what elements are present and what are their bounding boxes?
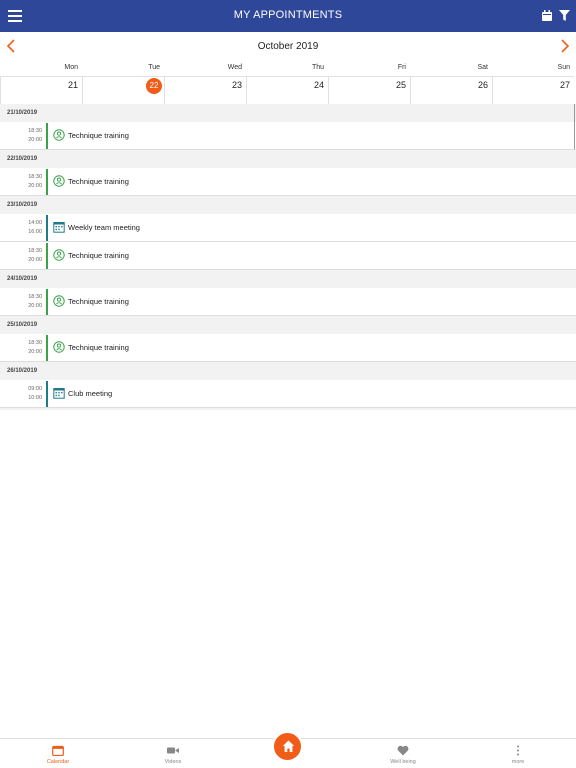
page-title: MY APPOINTMENTS xyxy=(233,9,343,21)
day-cell-23[interactable]: 23 xyxy=(164,76,246,104)
chevron-right-icon[interactable] xyxy=(558,39,570,53)
day-cell-21[interactable]: 21 xyxy=(0,76,82,104)
home-button[interactable] xyxy=(272,731,303,762)
day-cell-24[interactable]: 24 xyxy=(246,76,328,104)
day-cell-26[interactable]: 26 xyxy=(410,76,492,104)
day-number: 25 xyxy=(395,80,406,90)
appointment-time: 18:30 20:00 xyxy=(28,340,42,355)
appointment-item[interactable]: 14:00 16:00 Weekly team meeting xyxy=(0,214,576,242)
day-cell-22-selected[interactable]: 22 xyxy=(82,76,164,104)
tab-label: Well being xyxy=(390,759,416,765)
day-number: 27 xyxy=(559,80,570,90)
appointment-color-bar xyxy=(46,335,48,361)
appointment-item[interactable]: 18:30 20:00 Technique training xyxy=(0,242,576,270)
week-strip: Mon Tue Wed Thu Fri Sat Sun 21 22 23 24 … xyxy=(0,60,576,104)
appointment-color-bar xyxy=(46,289,48,315)
meeting-icon xyxy=(53,222,65,233)
appointment-color-bar xyxy=(46,215,48,241)
tab-label: more xyxy=(511,759,525,765)
tab-more[interactable]: more xyxy=(488,742,548,768)
day-name-wed: Wed xyxy=(227,64,242,71)
day-name-fri: Fri xyxy=(397,64,406,71)
more-vertical-icon xyxy=(517,745,519,756)
day-name-thu: Thu xyxy=(311,64,324,71)
appointment-title: Weekly team meeting xyxy=(68,223,140,232)
date-header: 24/10/2019 xyxy=(0,270,576,288)
appointment-time: 18:30 20:00 xyxy=(28,174,42,189)
appointment-time: 18:30 20:00 xyxy=(28,128,42,143)
appointment-title: Club meeting xyxy=(68,389,113,398)
appointment-time: 18:30 20:00 xyxy=(28,248,42,263)
training-icon xyxy=(53,129,65,141)
calendar-icon xyxy=(52,745,64,756)
tab-videos[interactable]: Videos xyxy=(143,742,203,768)
month-navigation: October 2019 xyxy=(0,32,576,60)
month-label: October 2019 xyxy=(257,41,319,52)
date-header: 23/10/2019 xyxy=(0,196,576,214)
date-header: 26/10/2019 xyxy=(0,362,576,380)
day-cell-25[interactable]: 25 xyxy=(328,76,410,104)
meeting-icon xyxy=(53,388,65,399)
day-name-sun: Sun xyxy=(557,64,570,71)
training-icon xyxy=(53,341,65,353)
training-icon xyxy=(53,175,65,187)
tab-label: Calendar xyxy=(46,759,70,765)
date-header: 22/10/2019 xyxy=(0,150,576,168)
day-name-tue: Tue xyxy=(148,64,160,71)
video-camera-icon xyxy=(167,747,179,754)
day-name-mon: Mon xyxy=(64,64,78,71)
appointment-item[interactable]: 18:30 20:00 Technique training xyxy=(0,122,576,150)
home-icon xyxy=(282,740,295,752)
tab-calendar[interactable]: Calendar xyxy=(28,742,88,768)
day-number: 24 xyxy=(313,80,324,90)
appointment-item[interactable]: 18:30 20:00 Technique training xyxy=(0,168,576,196)
appointment-color-bar xyxy=(46,123,48,149)
app-header: MY APPOINTMENTS xyxy=(0,0,576,32)
day-number: 23 xyxy=(231,80,242,90)
appointment-color-bar xyxy=(46,169,48,195)
tab-well-being[interactable]: Well being xyxy=(373,742,433,768)
date-header: 21/10/2019 xyxy=(0,104,576,122)
training-icon xyxy=(53,295,65,307)
day-name-sat: Sat xyxy=(477,64,488,71)
scrollbar[interactable] xyxy=(574,104,575,149)
day-cell-27[interactable]: 27 xyxy=(492,76,574,104)
appointment-title: Technique training xyxy=(68,343,129,352)
appointment-color-bar xyxy=(46,243,48,269)
appointment-color-bar xyxy=(46,381,48,407)
day-number-selected: 22 xyxy=(146,78,162,94)
tab-label: Videos xyxy=(164,759,182,765)
heart-icon xyxy=(397,745,409,756)
appointment-title: Technique training xyxy=(68,297,129,306)
day-number: 26 xyxy=(477,80,488,90)
appointment-time: 14:00 16:00 xyxy=(28,220,42,235)
day-number: 21 xyxy=(67,80,78,90)
appointment-item[interactable]: 09:00 10:00 Club meeting xyxy=(0,380,576,408)
appointment-title: Technique training xyxy=(68,251,129,260)
training-icon xyxy=(53,249,65,261)
appointment-title: Technique training xyxy=(68,131,129,140)
appointment-item[interactable]: 18:30 20:00 Technique training xyxy=(0,288,576,316)
calendar-icon[interactable] xyxy=(542,10,552,21)
filter-icon[interactable] xyxy=(559,10,570,21)
appointment-item[interactable]: 18:30 20:00 Technique training xyxy=(0,334,576,362)
appointment-time: 18:30 20:00 xyxy=(28,294,42,309)
appointment-title: Technique training xyxy=(68,177,129,186)
appointment-time: 09:00 10:00 xyxy=(28,386,42,401)
date-header: 25/10/2019 xyxy=(0,316,576,334)
